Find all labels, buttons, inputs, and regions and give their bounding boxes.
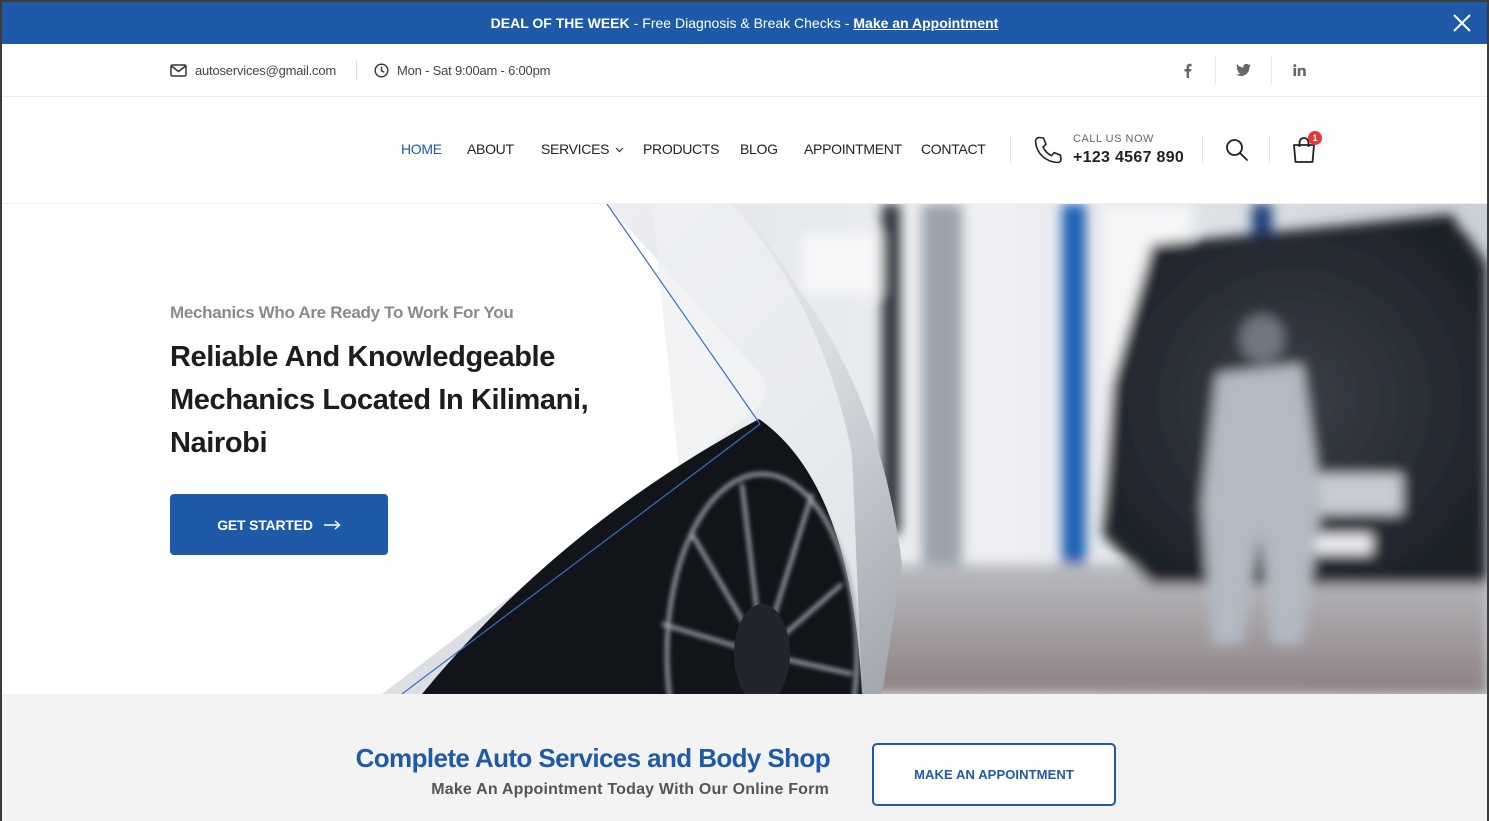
page: DEAL OF THE WEEK - Free Diagnosis & Brea… — [2, 2, 1487, 821]
linkedin-icon[interactable] — [1271, 56, 1327, 84]
nav-blog[interactable]: BLOG — [740, 96, 778, 203]
nav-appointment[interactable]: APPOINTMENT — [804, 96, 902, 203]
deal-label: DEAL OF THE WEEK — [490, 15, 630, 31]
email-info[interactable]: autoservices@gmail.com — [170, 44, 336, 96]
make-appointment-button[interactable]: MAKE AN APPOINTMENT — [872, 743, 1116, 806]
hero-section: Mechanics Who Are Ready To Work For You … — [2, 204, 1487, 694]
get-started-button[interactable]: GET STARTED — [170, 494, 388, 555]
close-icon[interactable] — [1451, 12, 1473, 34]
deal-bar: DEAL OF THE WEEK - Free Diagnosis & Brea… — [2, 2, 1487, 44]
nav-services-label: SERVICES — [541, 141, 610, 157]
nav-services[interactable]: SERVICES — [541, 96, 624, 203]
nav-about[interactable]: ABOUT — [467, 96, 514, 203]
main-navbar: HOME ABOUT SERVICES PRODUCTS BLOG APPOIN… — [2, 96, 1487, 204]
divider — [1202, 136, 1203, 162]
facebook-icon[interactable] — [1159, 56, 1215, 84]
twitter-icon[interactable] — [1215, 56, 1271, 84]
deal-separator: - — [844, 15, 850, 31]
mail-icon — [170, 63, 187, 77]
deal-text: Free Diagnosis & Break Checks — [642, 15, 841, 31]
chevron-down-icon — [615, 147, 624, 153]
divider — [1010, 136, 1011, 162]
nav-home[interactable]: HOME — [401, 96, 442, 203]
top-info-bar: autoservices@gmail.com Mon - Sat 9:00am … — [2, 44, 1487, 97]
divider — [1269, 136, 1270, 162]
band-title: Complete Auto Services and Body Shop — [355, 743, 831, 773]
clock-icon — [374, 62, 389, 78]
arrow-right-icon — [323, 519, 341, 530]
search-icon[interactable] — [1225, 138, 1249, 162]
hours-info: Mon - Sat 9:00am - 6:00pm — [374, 44, 550, 96]
cart-count-badge: 1 — [1308, 131, 1322, 145]
deal-appointment-link[interactable]: Make an Appointment — [853, 15, 998, 31]
band-subtitle: Make An Appointment Today With Our Onlin… — [431, 781, 829, 798]
hero-subtitle: Mechanics Who Are Ready To Work For You — [170, 303, 514, 322]
call-label: CALL US NOW — [1073, 133, 1154, 145]
hero-title: Reliable And Knowledgeable Mechanics Loc… — [170, 341, 589, 459]
appointment-band: Complete Auto Services and Body Shop Mak… — [2, 694, 1487, 821]
deal-separator: - — [633, 15, 639, 31]
phone-icon[interactable] — [1032, 134, 1064, 166]
get-started-label: GET STARTED — [217, 516, 313, 533]
hours-text: Mon - Sat 9:00am - 6:00pm — [397, 62, 551, 78]
call-number[interactable]: +123 4567 890 — [1073, 149, 1184, 167]
nav-products[interactable]: PRODUCTS — [643, 96, 719, 203]
divider — [356, 60, 357, 80]
email-text: autoservices@gmail.com — [195, 62, 337, 78]
nav-contact[interactable]: CONTACT — [921, 96, 986, 203]
